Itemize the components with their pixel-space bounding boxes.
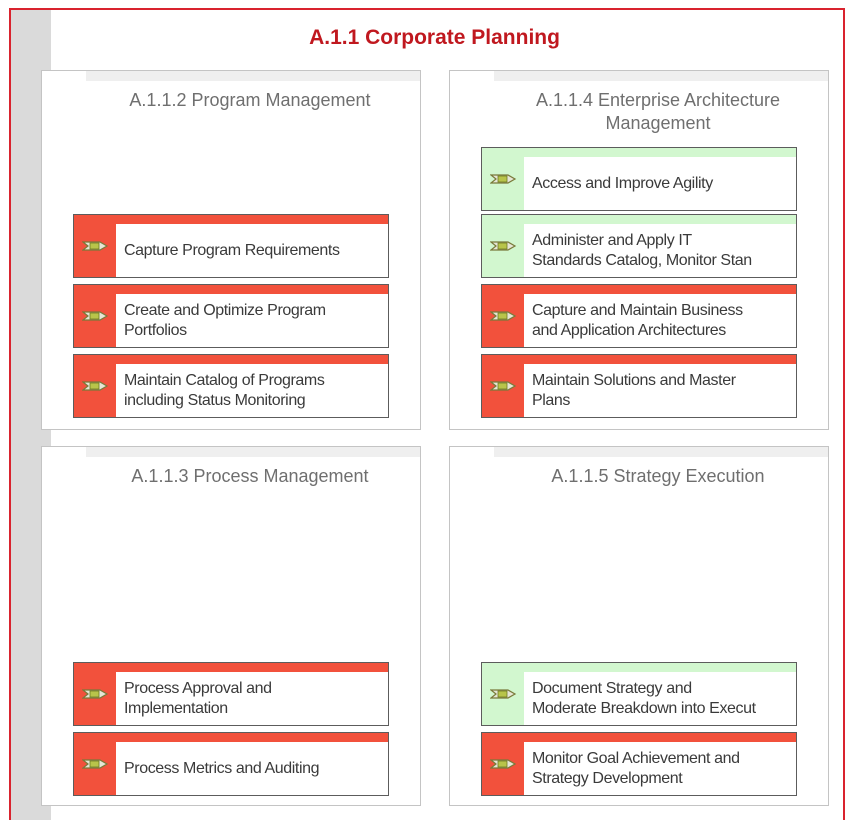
- process-icon: [490, 759, 517, 769]
- status-topstrip: [116, 355, 388, 364]
- process-card[interactable]: Capture Program Requirements: [73, 214, 389, 278]
- panel-title: A.1.1.4 Enterprise Architecture Manageme…: [535, 90, 781, 133]
- status-topstrip: [524, 285, 796, 294]
- panel-title: A.1.1.2 Program Management: [129, 90, 371, 110]
- process-card-label: Capture and Maintain Business and Applic…: [532, 301, 743, 339]
- process-card[interactable]: Capture and Maintain Business and Applic…: [481, 284, 797, 348]
- process-card[interactable]: Monitor Goal Achievement and Strategy De…: [481, 732, 797, 796]
- process-card[interactable]: Maintain Catalog of Programs including S…: [73, 354, 389, 418]
- process-icon: [490, 241, 517, 251]
- process-card-label: Document Strategy and Moderate Breakdown…: [532, 679, 756, 717]
- status-topstrip: [116, 215, 388, 224]
- process-icon: [82, 689, 109, 699]
- process-icon: [490, 381, 517, 391]
- process-card-label: Maintain Solutions and Master Plans: [532, 371, 736, 409]
- process-card-label: Process Approval and Implementation: [124, 679, 272, 717]
- status-topstrip: [524, 663, 796, 672]
- status-topstrip: [524, 733, 796, 742]
- process-card[interactable]: Document Strategy and Moderate Breakdown…: [481, 662, 797, 726]
- process-icon: [490, 311, 517, 321]
- status-topstrip: [116, 285, 388, 294]
- process-card[interactable]: Maintain Solutions and Master Plans: [481, 354, 797, 418]
- status-topstrip: [116, 733, 388, 742]
- process-card-label: Capture Program Requirements: [124, 241, 340, 259]
- process-card-label: Maintain Catalog of Programs including S…: [124, 371, 325, 409]
- process-icon: [82, 241, 109, 251]
- process-card[interactable]: Process Metrics and Auditing: [73, 732, 389, 796]
- panel-program-management[interactable]: A.1.1.2 Program Management Capture Progr…: [41, 70, 421, 430]
- panel-enterprise-architecture-management[interactable]: A.1.1.4 Enterprise Architecture Manageme…: [449, 70, 829, 430]
- process-card[interactable]: Administer and Apply IT Standards Catalo…: [481, 214, 797, 278]
- process-card-label: Access and Improve Agility: [532, 174, 713, 192]
- process-icon: [82, 759, 109, 769]
- status-topstrip: [524, 355, 796, 364]
- status-topstrip: [524, 215, 796, 224]
- process-card-label: Create and Optimize Program Portfolios: [124, 301, 326, 339]
- process-card[interactable]: Process Approval and Implementation: [73, 662, 389, 726]
- panel-title: A.1.1.5 Strategy Execution: [551, 466, 765, 486]
- status-topstrip: [116, 663, 388, 672]
- status-topstrip: [524, 148, 796, 157]
- process-card[interactable]: Create and Optimize Program Portfolios: [73, 284, 389, 348]
- diagram-title: A.1.1 Corporate Planning: [309, 26, 560, 49]
- panel-title: A.1.1.3 Process Management: [131, 466, 369, 486]
- panel-process-management[interactable]: A.1.1.3 Process Management Process Appro…: [41, 446, 421, 806]
- panel-strategy-execution[interactable]: A.1.1.5 Strategy Execution Document Stra…: [449, 446, 829, 806]
- process-card-label: Administer and Apply IT Standards Catalo…: [532, 231, 752, 269]
- process-icon: [82, 381, 109, 391]
- process-icon: [82, 311, 109, 321]
- process-card-label: Monitor Goal Achievement and Strategy De…: [532, 749, 740, 787]
- process-card[interactable]: Access and Improve Agility: [481, 147, 797, 211]
- process-card-label: Process Metrics and Auditing: [124, 759, 320, 777]
- process-icon: [490, 174, 517, 184]
- process-icon: [490, 689, 517, 699]
